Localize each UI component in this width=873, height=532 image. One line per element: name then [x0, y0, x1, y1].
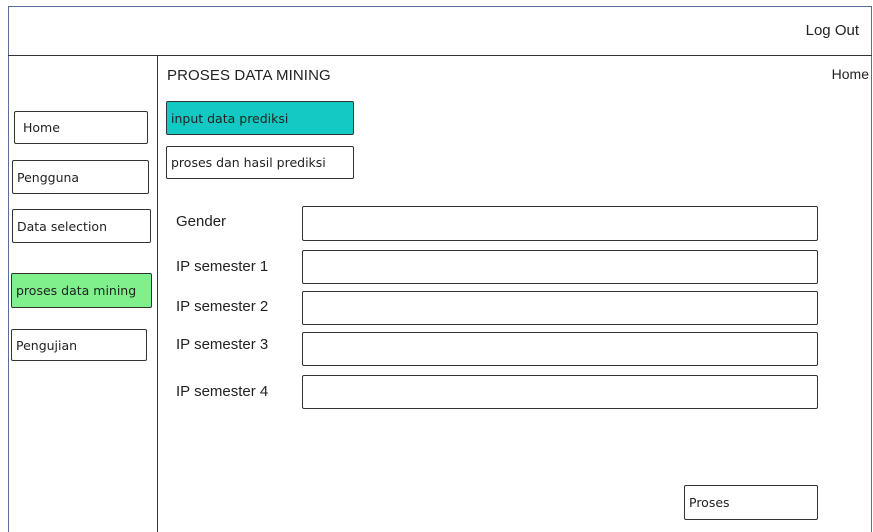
gender-label: Gender — [176, 213, 227, 230]
sidebar-item-proses-data-mining[interactable]: proses data mining — [11, 273, 152, 308]
sidebar-item-label: Pengujian — [16, 337, 78, 353]
breadcrumb-home[interactable]: Home — [832, 66, 869, 82]
header-divider — [8, 55, 872, 56]
sidebar-item-label: Pengguna — [17, 169, 80, 185]
sidebar-item-label: Home — [23, 120, 60, 135]
sidebar-divider — [157, 56, 158, 532]
sidebar-item-pengguna[interactable]: Pengguna — [12, 160, 149, 194]
proses-button-label: Proses — [689, 495, 730, 510]
tab-label: input data prediksi — [171, 110, 289, 126]
page-title: PROSES DATA MINING — [167, 67, 331, 84]
sidebar-item-label: Data selection — [17, 218, 108, 234]
logout-link[interactable]: Log Out — [806, 22, 859, 39]
ip-semester-4-label: IP semester 4 — [176, 383, 269, 400]
tab-input-data-prediksi[interactable]: input data prediksi — [166, 101, 354, 135]
tab-proses-dan-hasil-prediksi[interactable]: proses dan hasil prediksi — [166, 146, 354, 179]
sidebar-item-home[interactable]: Home — [14, 111, 148, 144]
sidebar-item-data-selection[interactable]: Data selection — [12, 209, 151, 243]
ip-semester-3-field[interactable] — [302, 332, 818, 366]
ip-semester-4-field[interactable] — [302, 375, 818, 409]
proses-button[interactable]: Proses — [684, 485, 818, 520]
gender-field[interactable] — [302, 206, 818, 241]
ip-semester-2-label: IP semester 2 — [176, 298, 269, 315]
sidebar-item-label: proses data mining — [16, 283, 137, 298]
tab-label: proses dan hasil prediksi — [171, 155, 326, 170]
sidebar-item-pengujian[interactable]: Pengujian — [11, 329, 147, 361]
ip-semester-1-label: IP semester 1 — [176, 258, 269, 275]
ip-semester-1-field[interactable] — [302, 250, 818, 284]
ip-semester-3-label: IP semester 3 — [176, 336, 269, 353]
ip-semester-2-field[interactable] — [302, 291, 818, 325]
